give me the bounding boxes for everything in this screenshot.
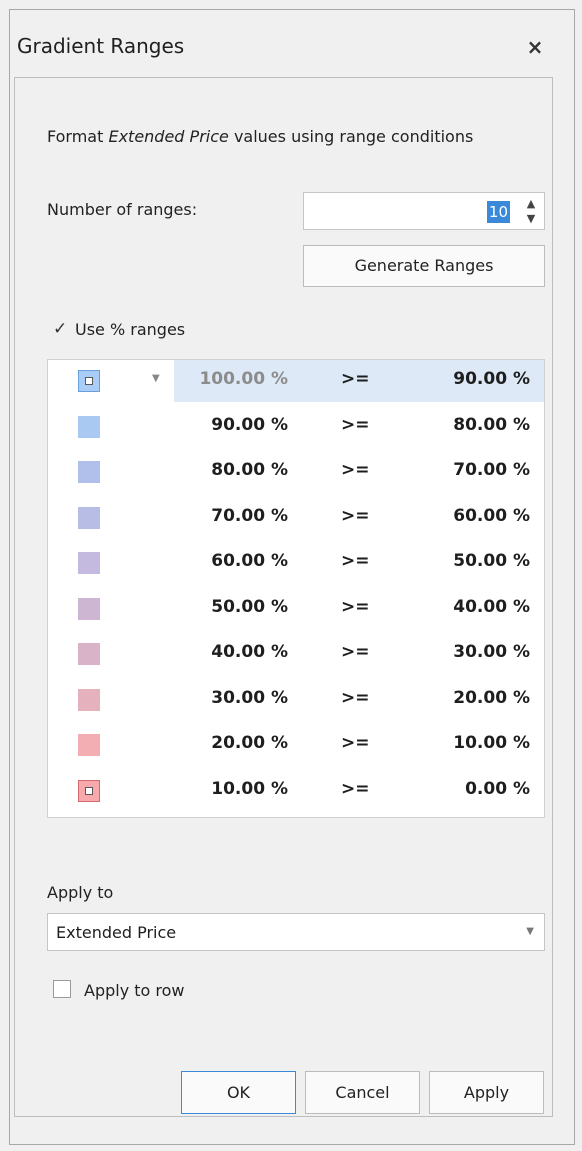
range-from-value: 30.00 % <box>211 687 288 708</box>
range-from-value: 80.00 % <box>211 460 288 480</box>
apply-to-select[interactable]: Extended Price ▼ <box>47 913 545 951</box>
apply-to-value: Extended Price <box>56 923 177 942</box>
cancel-button[interactable]: Cancel <box>305 1071 420 1114</box>
range-row[interactable]: 80.00 % >= 70.00 % <box>48 451 544 493</box>
color-swatch[interactable] <box>78 506 100 529</box>
range-from-value: 70.00 % <box>211 505 288 526</box>
range-row[interactable]: ▼ 100.00 % >= 90.00 % <box>48 360 544 402</box>
use-percent-ranges-label: Use % ranges <box>75 320 186 339</box>
apply-to-label: Apply to <box>47 883 114 902</box>
range-row[interactable]: 90.00 % >= 80.00 % <box>48 406 544 448</box>
spin-up-icon[interactable]: ▲ <box>524 197 538 211</box>
range-from-value: 90.00 % <box>211 414 288 435</box>
gradient-stop-icon <box>85 786 93 795</box>
range-operator: >= <box>341 778 370 799</box>
range-row[interactable]: 70.00 % >= 60.00 % <box>48 497 544 539</box>
range-to-value: 20.00 % <box>453 687 530 708</box>
range-operator: >= <box>341 460 370 480</box>
range-to-value: 10.00 % <box>453 733 530 753</box>
ok-button[interactable]: OK <box>181 1071 296 1114</box>
range-to-value: 50.00 % <box>453 551 530 571</box>
range-row[interactable]: 50.00 % >= 40.00 % <box>48 588 544 630</box>
range-from-value: 10.00 % <box>211 778 288 799</box>
description-prefix: Format <box>47 127 109 146</box>
range-to-value: 30.00 % <box>453 642 530 662</box>
color-swatch[interactable] <box>78 734 100 756</box>
range-from-value: 50.00 % <box>211 596 288 617</box>
range-to-value: 80.00 % <box>453 414 530 435</box>
color-swatch[interactable] <box>78 597 100 620</box>
number-of-ranges-input[interactable]: 10 ▲ ▼ <box>303 192 545 230</box>
range-from-value: 60.00 % <box>211 551 288 571</box>
ranges-grid: ▼ 100.00 % >= 90.00 % 90.00 % >= 80.00 % 80.00 … <box>47 359 545 818</box>
dialog-title: Gradient Ranges <box>17 34 185 58</box>
spin-down-icon[interactable]: ▼ <box>524 212 538 226</box>
range-row[interactable]: 30.00 % >= 20.00 % <box>48 679 544 721</box>
check-icon[interactable]: ✓ <box>53 319 67 339</box>
range-operator: >= <box>341 687 370 708</box>
range-operator: >= <box>341 505 370 526</box>
range-operator: >= <box>341 551 370 571</box>
range-operator: >= <box>341 369 370 389</box>
description-suffix: values using range conditions <box>228 127 474 146</box>
number-of-ranges-value: 10 <box>486 201 510 223</box>
range-to-value: 60.00 % <box>453 505 530 526</box>
range-operator: >= <box>341 733 370 753</box>
apply-button[interactable]: Apply <box>429 1071 544 1114</box>
range-to-value: 40.00 % <box>453 596 530 617</box>
range-from-value[interactable]: 100.00 % <box>178 369 288 389</box>
range-from-value: 40.00 % <box>211 642 288 662</box>
range-row[interactable]: 20.00 % >= 10.00 % <box>48 724 544 766</box>
range-from-value: 20.00 % <box>211 733 288 753</box>
range-to-value: 70.00 % <box>453 460 530 480</box>
range-operator: >= <box>341 596 370 617</box>
range-operator: >= <box>341 414 370 435</box>
color-swatch[interactable] <box>78 552 100 574</box>
color-swatch[interactable] <box>78 415 100 438</box>
apply-to-row-checkbox[interactable] <box>53 980 71 998</box>
description-text: Format Extended Price values using range… <box>47 125 507 148</box>
range-operator: >= <box>341 642 370 662</box>
close-icon[interactable]: × <box>520 32 550 62</box>
range-row[interactable]: 40.00 % >= 30.00 % <box>48 633 544 675</box>
chevron-down-icon[interactable]: ▼ <box>526 926 534 937</box>
chevron-down-icon[interactable]: ▼ <box>152 373 160 384</box>
apply-to-row-label: Apply to row <box>84 981 185 1000</box>
color-swatch[interactable] <box>78 643 100 665</box>
generate-ranges-button[interactable]: Generate Ranges <box>303 245 545 287</box>
description-field: Extended Price <box>108 127 229 146</box>
range-row[interactable]: 10.00 % >= 0.00 % <box>48 770 544 812</box>
range-to-value: 0.00 % <box>465 778 530 799</box>
gradient-stop-icon <box>85 377 93 385</box>
range-row[interactable]: 60.00 % >= 50.00 % <box>48 542 544 584</box>
range-to-value: 90.00 % <box>453 369 530 389</box>
color-swatch[interactable] <box>78 688 100 711</box>
color-swatch[interactable] <box>78 370 100 392</box>
number-of-ranges-label: Number of ranges: <box>47 200 198 219</box>
color-swatch[interactable] <box>78 461 100 483</box>
color-swatch[interactable] <box>78 779 100 802</box>
